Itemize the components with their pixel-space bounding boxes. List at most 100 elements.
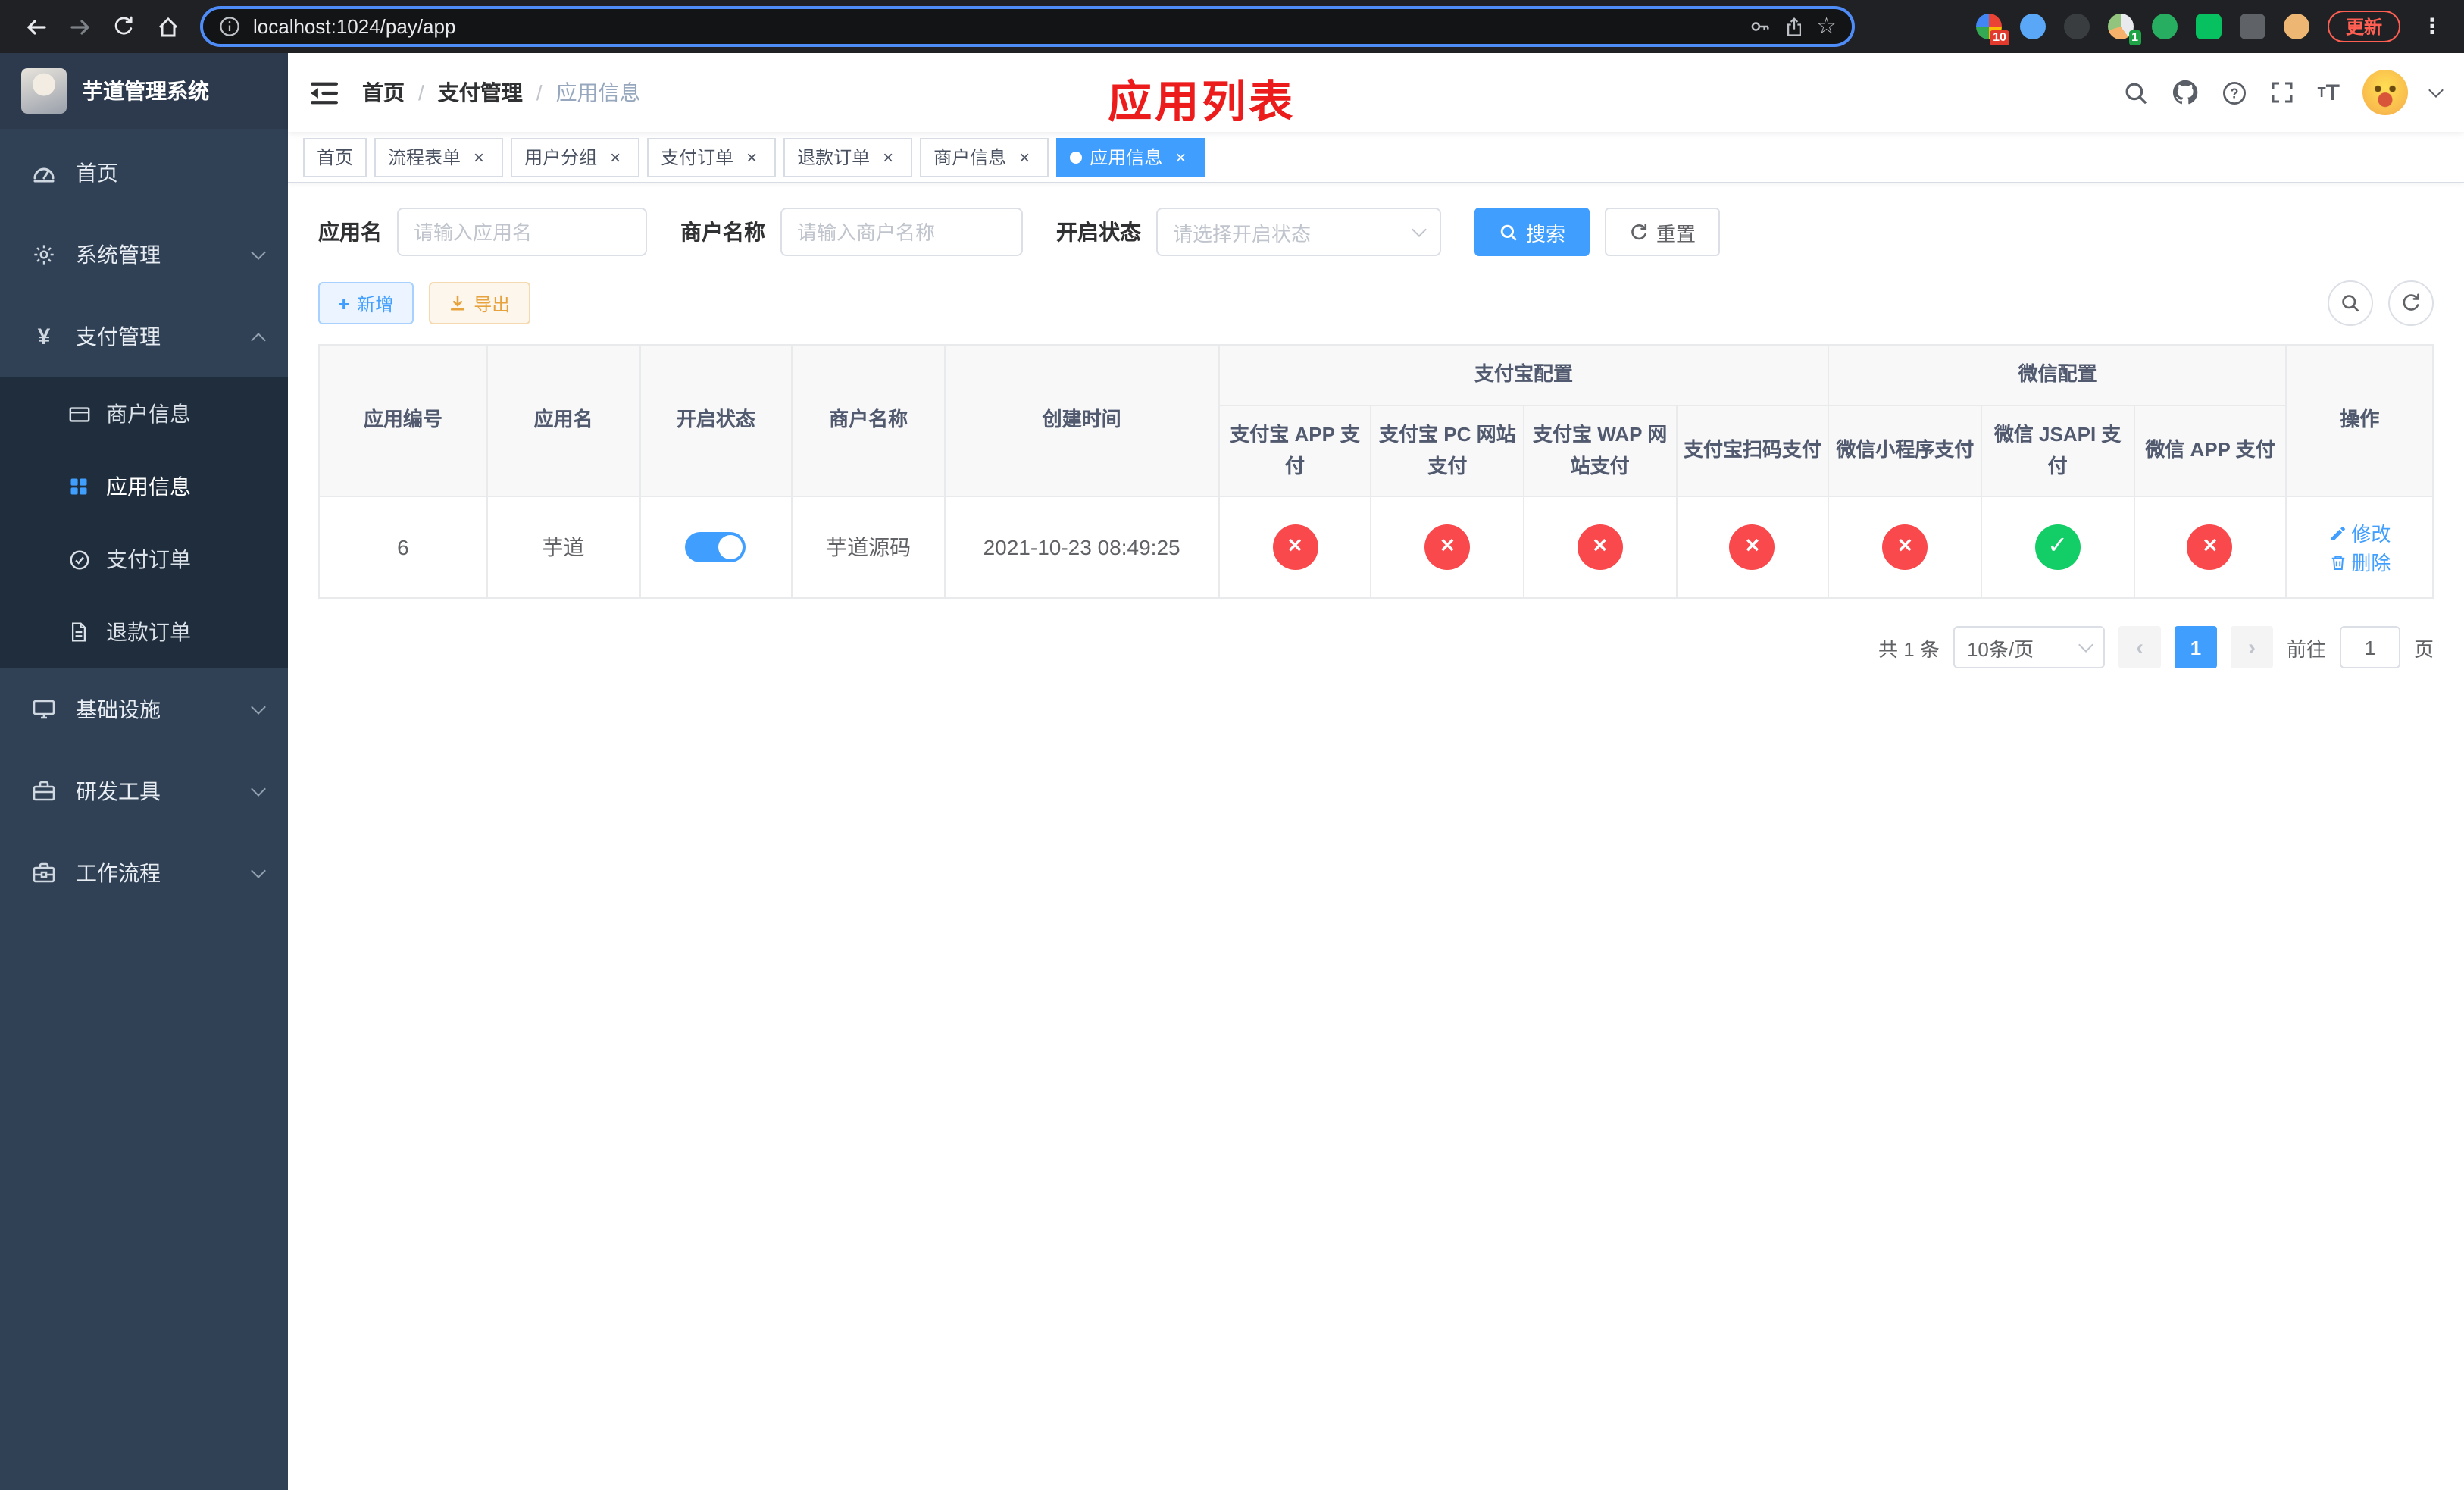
sidebar-item-label: 退款订单: [106, 620, 191, 644]
bank-card-icon: [67, 402, 91, 425]
col-alipay-pc: 支付宝 PC 网站支付: [1370, 404, 1524, 498]
tag-process-form[interactable]: 流程表单 ×: [374, 137, 504, 177]
status-select[interactable]: 请选择开启状态: [1156, 208, 1441, 256]
refresh-icon: [2403, 293, 2419, 311]
browser-menu-icon[interactable]: ⋮: [2419, 14, 2446, 39]
reset-button[interactable]: 重置: [1605, 208, 1721, 256]
app-name-input[interactable]: [397, 208, 647, 256]
github-icon[interactable]: [2172, 79, 2200, 106]
extension-icon-3[interactable]: [2063, 14, 2090, 39]
tag-app-info[interactable]: 应用信息 ×: [1056, 137, 1205, 177]
extension-icon-5[interactable]: [2151, 14, 2178, 39]
close-icon[interactable]: ×: [1170, 146, 1191, 167]
close-icon[interactable]: ×: [741, 146, 762, 167]
select-placeholder: 请选择开启状态: [1173, 222, 1312, 245]
status-error-icon: ×: [2187, 524, 2233, 571]
col-alipay-wap: 支付宝 WAP 网站支付: [1523, 404, 1678, 498]
close-icon[interactable]: ×: [1014, 146, 1035, 167]
page-size-select[interactable]: 10条/页: [1953, 626, 2105, 669]
search-icon[interactable]: [2124, 80, 2150, 105]
tag-user-group[interactable]: 用户分组 ×: [511, 137, 640, 177]
merchant-name-input[interactable]: [780, 208, 1023, 256]
page-number-button[interactable]: 1: [2174, 626, 2217, 669]
sidebar-item-label: 支付管理: [76, 324, 161, 349]
site-info-icon[interactable]: [218, 15, 241, 38]
sidebar-item-system[interactable]: 系统管理: [0, 214, 288, 296]
status-error-icon: ×: [1577, 524, 1623, 571]
breadcrumb-payment[interactable]: 支付管理: [405, 77, 523, 108]
url-bar[interactable]: localhost:1024/pay/app ☆: [200, 6, 1855, 47]
sidebar-item-dev-tools[interactable]: 研发工具: [0, 750, 288, 832]
prev-page-button[interactable]: ‹: [2118, 626, 2161, 669]
col-app-name: 应用名: [486, 343, 641, 498]
delete-link[interactable]: 删除: [2328, 548, 2391, 577]
puzzle-extension-icon[interactable]: [2239, 14, 2265, 39]
col-wechat-mini: 微信小程序支付: [1828, 404, 1982, 498]
logo-avatar: [21, 68, 67, 114]
sidebar-item-merchant-info[interactable]: 商户信息: [0, 377, 288, 450]
col-alipay-app: 支付宝 APP 支付: [1218, 404, 1372, 498]
share-icon[interactable]: [1783, 16, 1804, 37]
tag-home[interactable]: 首页: [303, 137, 367, 177]
home-button[interactable]: [147, 6, 188, 47]
extension-icon-2[interactable]: [2019, 14, 2046, 39]
download-icon: [450, 295, 464, 311]
tag-merchant-info[interactable]: 商户信息 ×: [920, 137, 1049, 177]
sidebar-item-payment-orders[interactable]: 支付订单: [0, 523, 288, 596]
sidebar-item-infrastructure[interactable]: 基础设施: [0, 668, 288, 750]
back-button[interactable]: [15, 6, 56, 47]
status-error-icon: ×: [1424, 524, 1471, 571]
status-label: 开启状态: [1056, 220, 1141, 244]
help-icon[interactable]: ?: [2222, 80, 2248, 105]
extension-icon-6[interactable]: [2195, 14, 2222, 39]
font-size-icon[interactable]: TT: [2318, 81, 2340, 104]
tag-payment-orders[interactable]: 支付订单 ×: [647, 137, 777, 177]
next-page-button[interactable]: ›: [2230, 626, 2273, 669]
close-icon[interactable]: ×: [877, 146, 899, 167]
enable-toggle[interactable]: [685, 532, 746, 563]
sidebar-item-payment[interactable]: ¥ 支付管理: [0, 296, 288, 377]
extension-icon-1[interactable]: 10: [1975, 14, 2009, 45]
user-avatar[interactable]: [2362, 70, 2408, 115]
extension-icon-4[interactable]: 1: [2107, 14, 2141, 45]
close-icon[interactable]: ×: [605, 146, 626, 167]
col-alipay-qr: 支付宝扫码支付: [1675, 404, 1830, 498]
sidebar-toggle-icon[interactable]: [311, 80, 338, 105]
monitor-icon: [30, 697, 58, 722]
chevron-down-icon: [1412, 222, 1427, 237]
document-icon: [67, 621, 91, 643]
order-icon: [67, 548, 91, 571]
tag-refund-orders[interactable]: 退款订单 ×: [783, 137, 913, 177]
tag-label: 流程表单: [388, 147, 461, 168]
bookmark-star-icon[interactable]: ☆: [1816, 15, 1837, 38]
breadcrumb-home[interactable]: 首页: [362, 77, 405, 108]
edit-link[interactable]: 修改: [2328, 519, 2391, 548]
profile-avatar-icon[interactable]: [2283, 14, 2309, 39]
caret-down-icon[interactable]: [2428, 82, 2444, 97]
sidebar-item-label: 首页: [76, 161, 118, 185]
key-icon[interactable]: [1748, 15, 1771, 38]
toggle-search-button[interactable]: [2328, 280, 2373, 326]
app-logo[interactable]: 芋道管理系统: [0, 53, 288, 129]
trash-icon: [2331, 556, 2344, 570]
add-button[interactable]: + 新增: [318, 282, 414, 324]
chevron-down-icon: [251, 700, 266, 715]
reload-button[interactable]: [103, 6, 144, 47]
plus-icon: +: [338, 292, 350, 315]
group-alipay-config: 支付宝配置: [1218, 344, 1830, 406]
sidebar-item-app-info[interactable]: 应用信息: [0, 450, 288, 523]
goto-page-input[interactable]: [2339, 626, 2400, 669]
fullscreen-icon[interactable]: [2271, 80, 2295, 105]
search-button[interactable]: 搜索: [1474, 208, 1590, 256]
col-actions: 操作: [2285, 343, 2434, 498]
close-icon[interactable]: ×: [468, 146, 489, 167]
forward-button[interactable]: [59, 6, 100, 47]
sidebar-item-refund-orders[interactable]: 退款订单: [0, 596, 288, 668]
sidebar-item-home[interactable]: 首页: [0, 132, 288, 214]
sidebar-item-workflow[interactable]: 工作流程: [0, 832, 288, 914]
sidebar-menu: 首页 系统管理 ¥ 支付管理 商户信息 应用信息 支付订单 退款订单 基础设施 …: [0, 129, 288, 1490]
export-button[interactable]: 导出: [428, 282, 530, 324]
app-table: 应用编号 应用名 开启状态 商户名称 创建时间 支付宝配置 微信配置 操作 支付…: [318, 343, 2434, 599]
browser-update-button[interactable]: 更新: [2327, 11, 2400, 42]
refresh-table-button[interactable]: [2388, 280, 2434, 326]
